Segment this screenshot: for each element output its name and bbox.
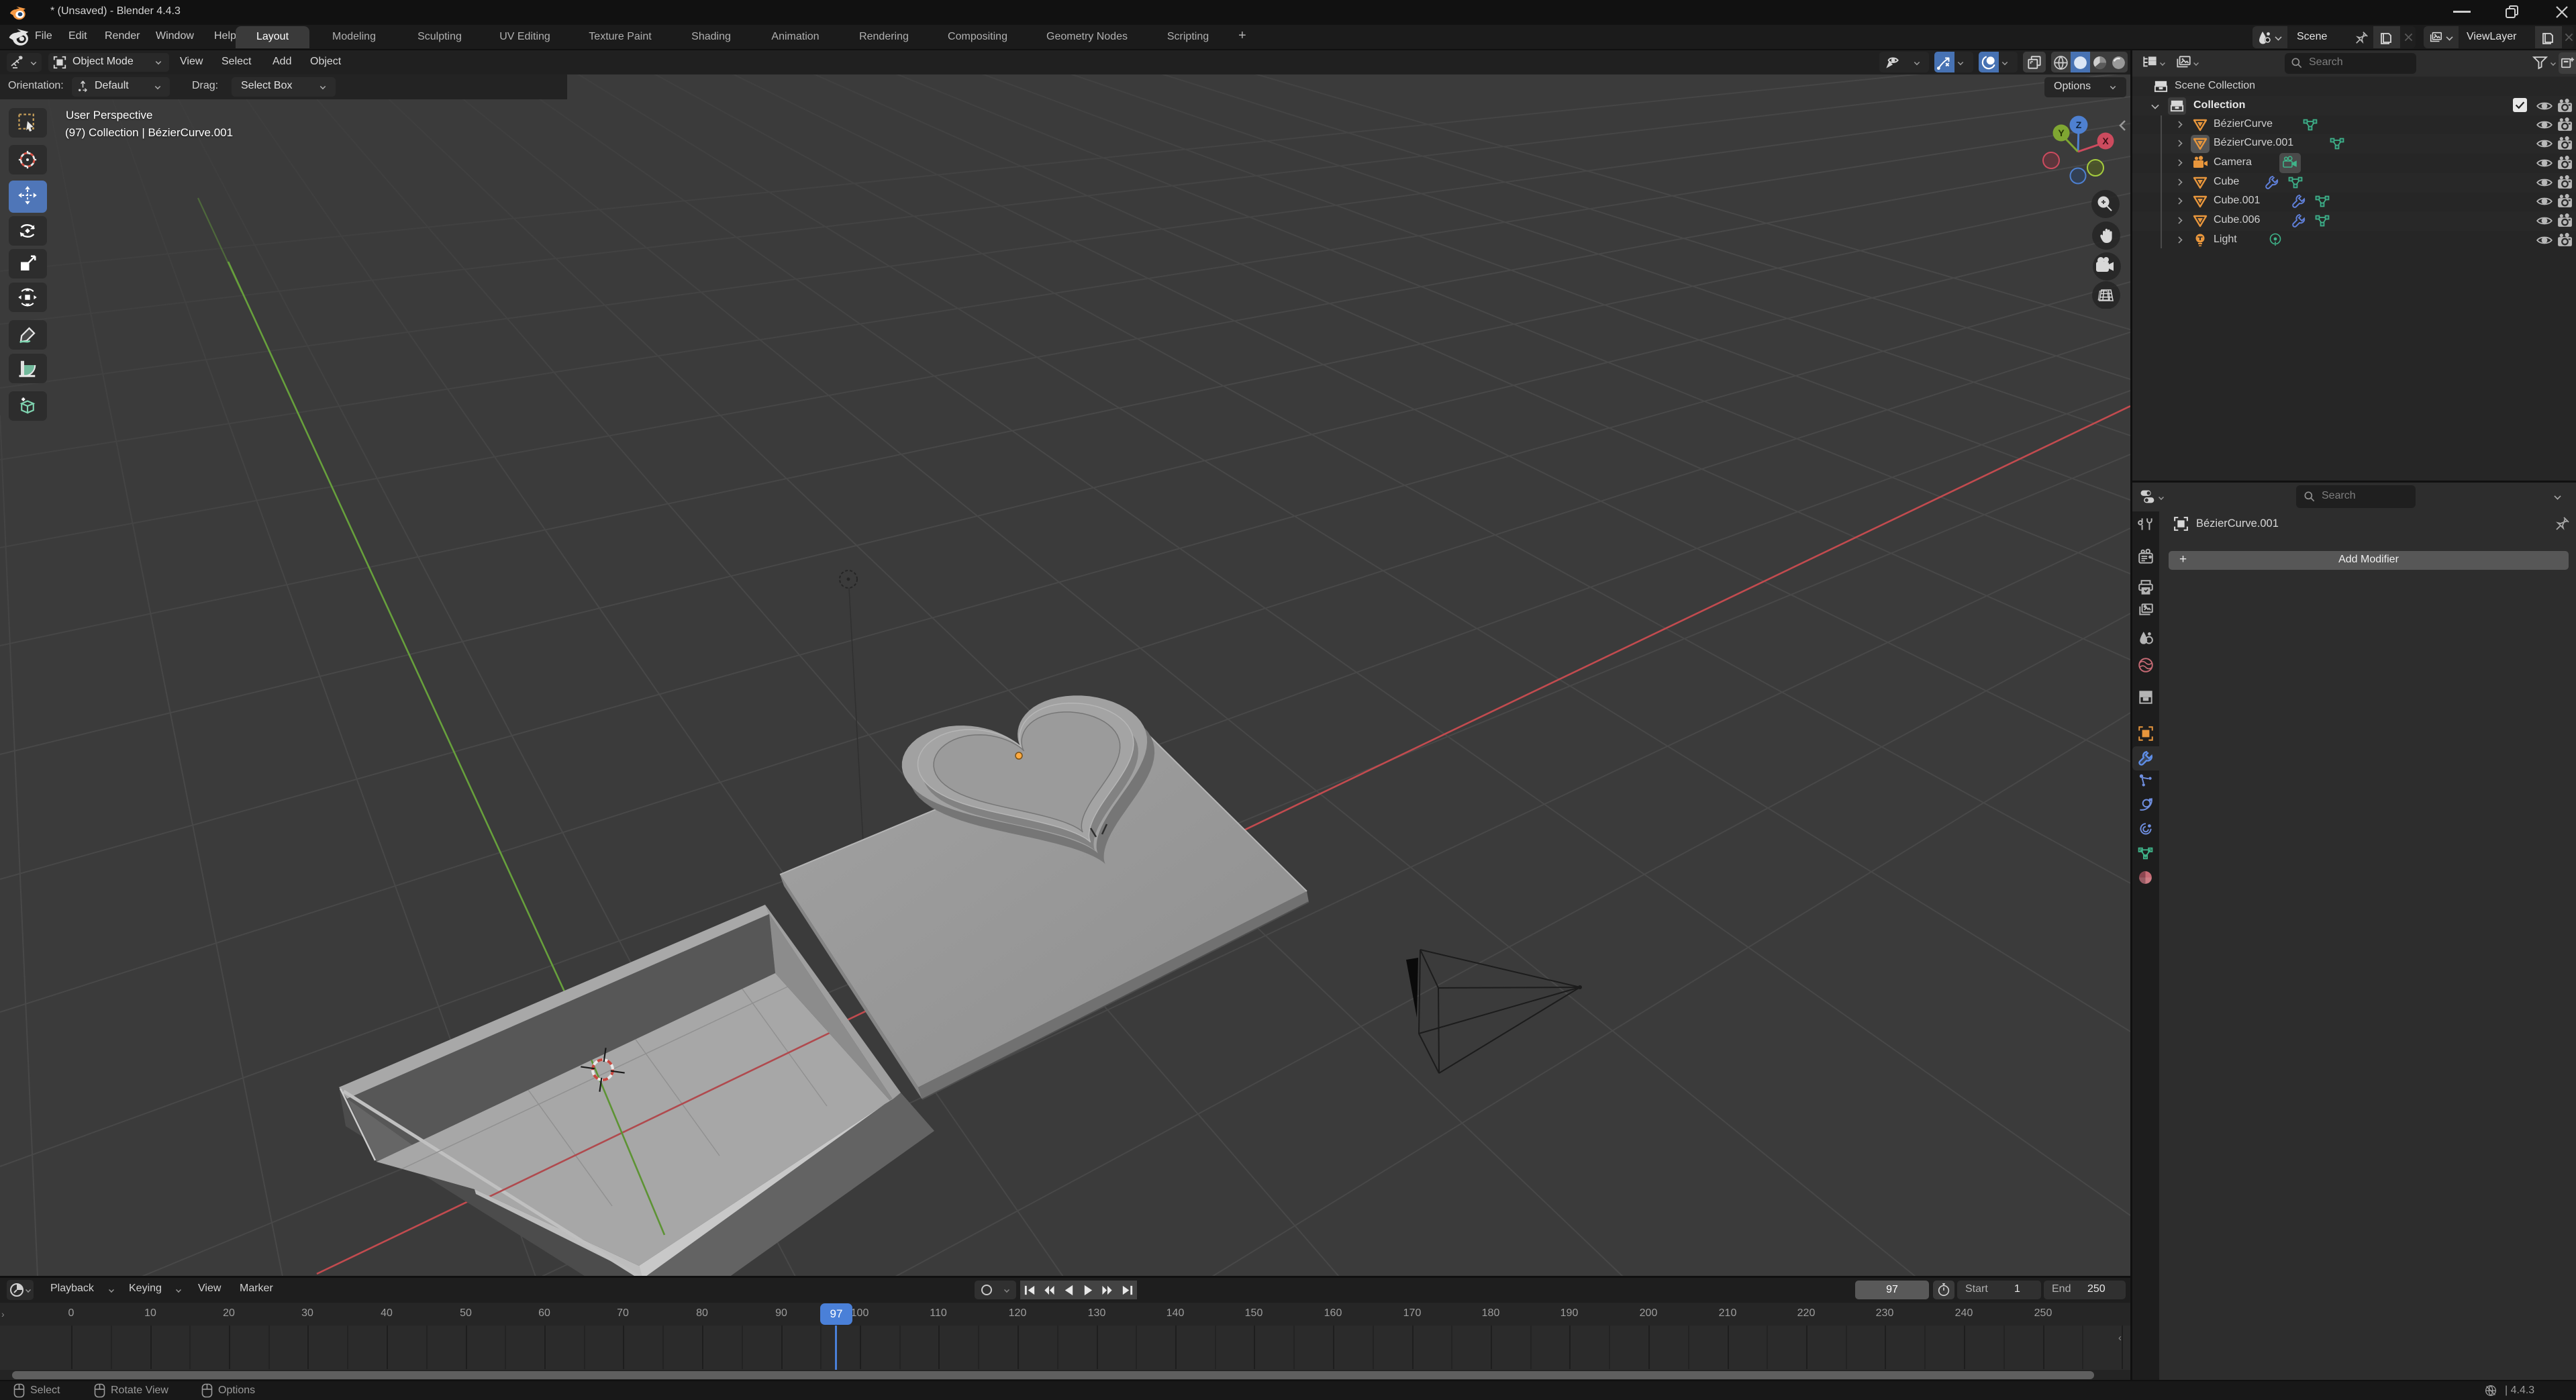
- svg-text:Y: Y: [2058, 128, 2065, 138]
- svg-text:Z: Z: [2076, 119, 2082, 130]
- svg-text:X: X: [2102, 136, 2109, 146]
